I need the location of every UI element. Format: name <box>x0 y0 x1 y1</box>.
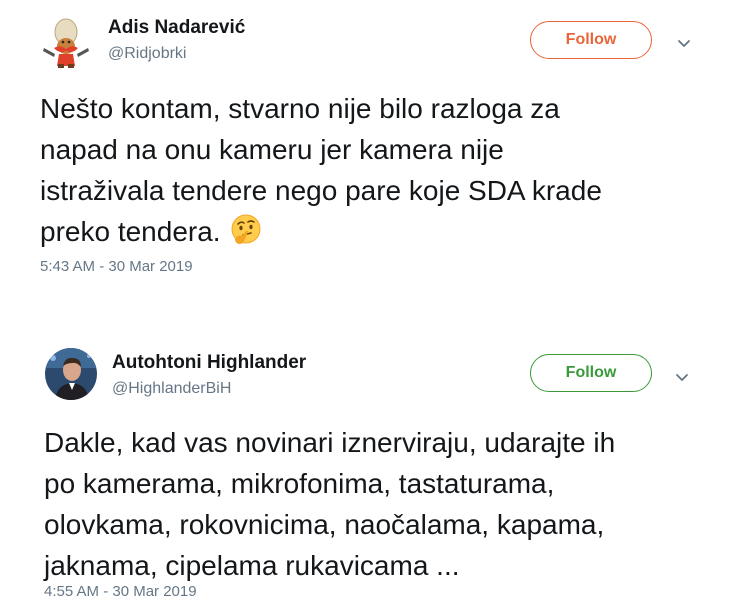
tweet-text-line: preko tendera. <box>40 211 602 258</box>
tweet-card: Autohtoni Highlander @HighlanderBiH Foll… <box>0 335 745 608</box>
follow-button[interactable]: Follow <box>530 21 652 59</box>
avatar[interactable] <box>45 348 97 400</box>
follow-button[interactable]: Follow <box>530 354 652 392</box>
thinking-face-icon <box>229 213 263 258</box>
tweet-text-line: po kamerama, mikrofonima, tastaturama, <box>44 468 555 499</box>
tweet-text-line: jaknama, cipelama rukavicama ... <box>44 550 460 581</box>
avatar[interactable] <box>40 18 92 70</box>
person-photo-avatar <box>45 348 97 400</box>
tweet-text-line: napad na onu kameru jer kamera nije <box>40 134 504 165</box>
chevron-down-icon[interactable] <box>673 368 691 386</box>
chevron-down-icon[interactable] <box>675 34 693 52</box>
author-name[interactable]: Autohtoni Highlander <box>112 352 306 374</box>
tweet-text-line: Dakle, kad vas novinari iznerviraju, uda… <box>44 427 616 458</box>
author-handle[interactable]: @Ridjobrki <box>108 45 186 63</box>
author-handle[interactable]: @HighlanderBiH <box>112 380 231 398</box>
tweet-text-line: istraživala tendere nego pare koje SDA k… <box>40 175 602 206</box>
tweet-timestamp[interactable]: 5:43 AM - 30 Mar 2019 <box>40 258 193 275</box>
tweet-card: Adis Nadarević @Ridjobrki Follow Nešto k… <box>0 0 745 300</box>
tweet-text: Dakle, kad vas novinari iznerviraju, uda… <box>44 422 615 586</box>
tweet-text-line: olovkama, rokovnicima, naočalama, kapama… <box>44 509 605 540</box>
author-name[interactable]: Adis Nadarević <box>108 17 245 39</box>
cartoon-cowboy-icon <box>40 18 92 70</box>
tweet-text: Nešto kontam, stvarno nije bilo razloga … <box>40 88 602 258</box>
tweet-text-line: Nešto kontam, stvarno nije bilo razloga … <box>40 93 560 124</box>
tweet-timestamp[interactable]: 4:55 AM - 30 Mar 2019 <box>44 583 197 600</box>
